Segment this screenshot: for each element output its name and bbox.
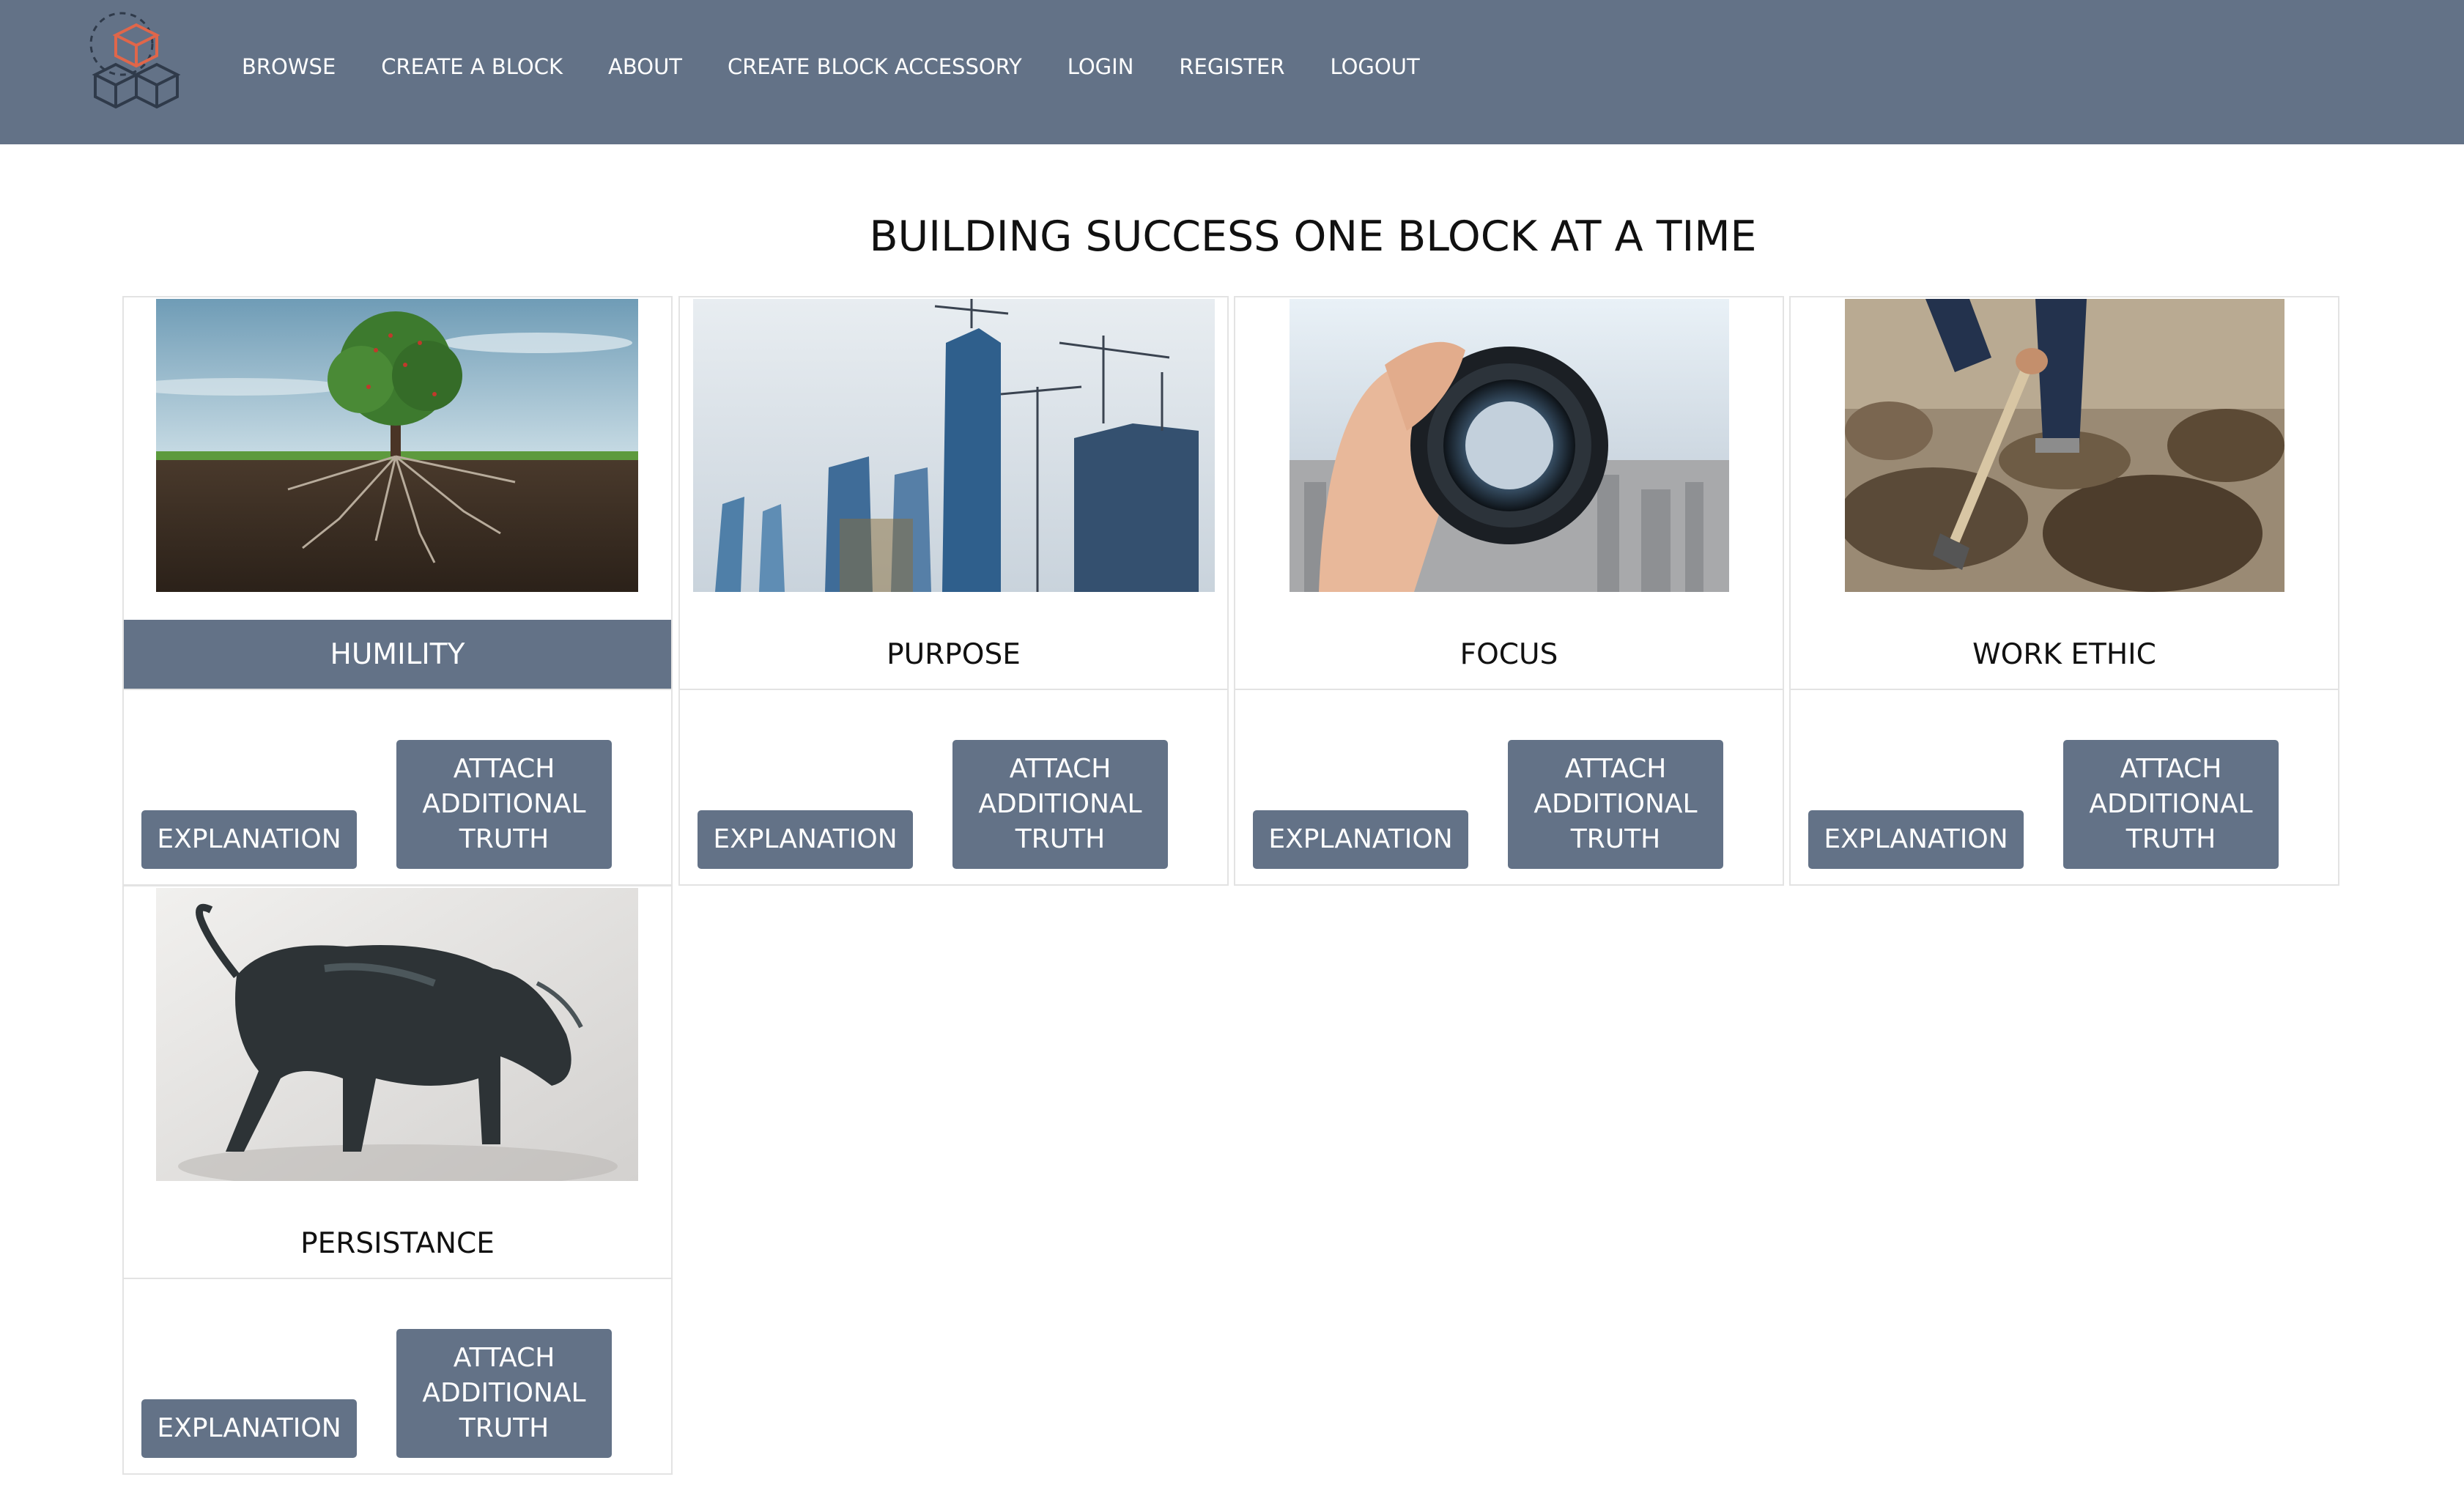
block-card-work-ethic: WORK ETHIC EXPLANATION ATTACH ADDITIONAL… bbox=[1789, 296, 2339, 886]
explanation-button[interactable]: EXPLANATION bbox=[1253, 810, 1468, 869]
nav-login-link[interactable]: LOGIN bbox=[1068, 54, 1134, 79]
nav-browse-link[interactable]: BROWSE bbox=[242, 54, 336, 79]
camera-lens-city-image[interactable] bbox=[1290, 299, 1729, 592]
explanation-button[interactable]: EXPLANATION bbox=[1808, 810, 2024, 869]
block-card-humility: HUMILITY EXPLANATION ATTACH ADDITIONAL T… bbox=[122, 296, 673, 886]
card-header: PURPOSE bbox=[680, 297, 1227, 690]
card-label[interactable]: PERSISTANCE bbox=[124, 1209, 671, 1278]
card-header: HUMILITY bbox=[124, 297, 671, 690]
card-header: PERSISTANCE bbox=[124, 886, 671, 1279]
nav-register-link[interactable]: REGISTER bbox=[1179, 54, 1284, 79]
card-header: FOCUS bbox=[1235, 297, 1783, 690]
attach-additional-truth-button[interactable]: ATTACH ADDITIONAL TRUTH bbox=[396, 1329, 612, 1458]
attach-additional-truth-button[interactable]: ATTACH ADDITIONAL TRUTH bbox=[396, 740, 612, 869]
pickaxe-digging-image[interactable] bbox=[1845, 299, 2284, 592]
explanation-button[interactable]: EXPLANATION bbox=[141, 810, 357, 869]
explanation-button[interactable]: EXPLANATION bbox=[698, 810, 913, 869]
block-card-purpose: PURPOSE EXPLANATION ATTACH ADDITIONAL TR… bbox=[678, 296, 1229, 886]
explanation-button[interactable]: EXPLANATION bbox=[141, 1399, 357, 1458]
attach-additional-truth-button[interactable]: ATTACH ADDITIONAL TRUTH bbox=[2063, 740, 2279, 869]
attach-additional-truth-button[interactable]: ATTACH ADDITIONAL TRUTH bbox=[952, 740, 1168, 869]
nav-create-block-link[interactable]: CREATE A BLOCK bbox=[381, 54, 563, 79]
bronze-bull-image[interactable] bbox=[156, 888, 638, 1181]
nav-create-block-accessory-link[interactable]: CREATE BLOCK ACCESSORY bbox=[728, 54, 1022, 79]
card-label[interactable]: WORK ETHIC bbox=[1791, 620, 2338, 689]
card-label[interactable]: FOCUS bbox=[1235, 620, 1783, 689]
block-card-persistance: PERSISTANCE EXPLANATION ATTACH ADDITIONA… bbox=[122, 885, 673, 1475]
nav-about-link[interactable]: ABOUT bbox=[608, 54, 682, 79]
skyscraper-construction-image[interactable] bbox=[693, 299, 1215, 592]
attach-additional-truth-button[interactable]: ATTACH ADDITIONAL TRUTH bbox=[1508, 740, 1723, 869]
nav-links: BROWSE CREATE A BLOCK ABOUT CREATE BLOCK… bbox=[242, 0, 1465, 133]
stacked-cubes-logo-icon[interactable] bbox=[86, 10, 186, 116]
top-nav: BROWSE CREATE A BLOCK ABOUT CREATE BLOCK… bbox=[0, 0, 2464, 144]
block-card-focus: FOCUS EXPLANATION ATTACH ADDITIONAL TRUT… bbox=[1234, 296, 1784, 886]
card-label[interactable]: HUMILITY bbox=[124, 620, 671, 689]
tree-roots-image[interactable] bbox=[156, 299, 638, 592]
page-title: BUILDING SUCCESS ONE BLOCK AT A TIME bbox=[869, 212, 1757, 261]
card-header: WORK ETHIC bbox=[1791, 297, 2338, 690]
card-label[interactable]: PURPOSE bbox=[680, 620, 1227, 689]
nav-logout-link[interactable]: LOGOUT bbox=[1330, 54, 1419, 79]
